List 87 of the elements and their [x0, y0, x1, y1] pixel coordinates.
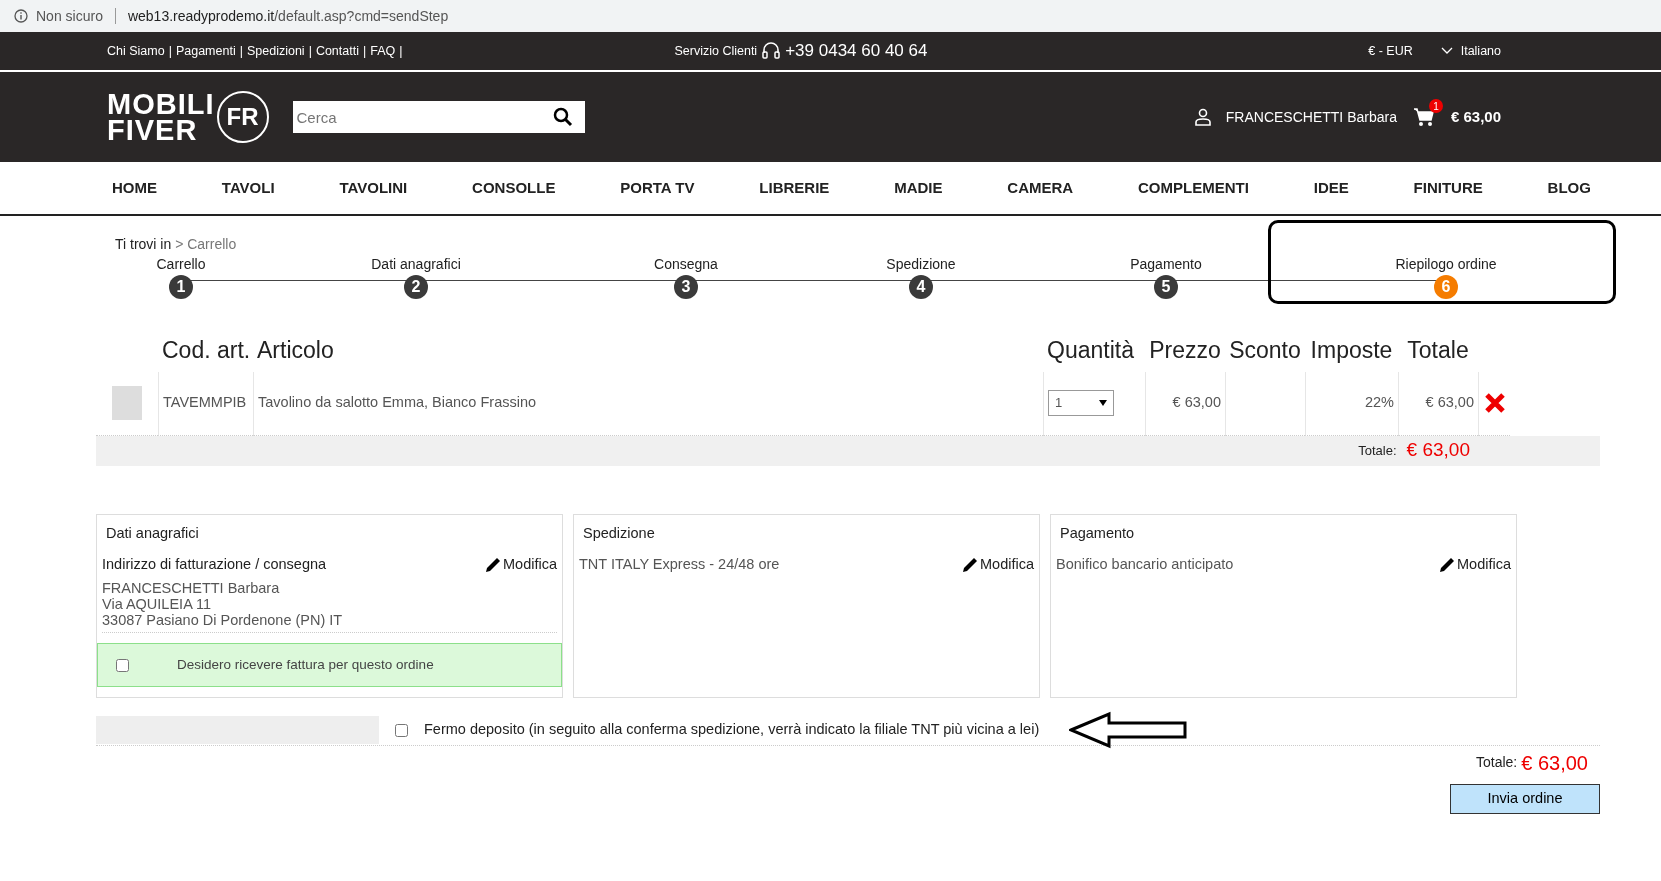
pencil-icon [484, 556, 502, 575]
pencil-icon [1438, 556, 1456, 575]
user-icon [1193, 108, 1212, 126]
table-cell-text: TAVEMMPIB [163, 393, 247, 413]
breadcrumb-text: Ti trovi in > Carrello [115, 236, 237, 252]
column-header: Cod. art. [161, 336, 252, 365]
logo-wordmark[interactable]: MOBILI FIVER [107, 91, 215, 143]
photo-placeholder [112, 386, 142, 420]
panel-title: Pagamento [1060, 523, 1136, 543]
quantity-select[interactable]: 1 [1048, 390, 1114, 416]
panel-title: Spedizione [583, 523, 656, 543]
checkbox-label: Desidero ricevere fattura per questo ordine [177, 655, 434, 674]
checkbox[interactable] [116, 658, 129, 672]
total-label: Totale: [1358, 441, 1397, 460]
logo-mark[interactable]: FR [216, 91, 269, 143]
panel-heading: Bonifico bancario anticipato [1056, 555, 1234, 575]
delete-button[interactable] [1483, 392, 1506, 414]
address-line: 33087 Pasiano Di Pordenone (PN) IT [102, 612, 344, 628]
top-link[interactable]: Pagamenti [175, 41, 236, 61]
column-header: Totale [1406, 336, 1470, 365]
checkbox-label: Fermo deposito (in seguito alla conferma spedizione, verrà indicato la filiale TNT più vicina a lei) [424, 720, 1040, 740]
info-icon [14, 9, 28, 23]
panel-heading: Indirizzo di fatturazione / consegna [102, 555, 327, 575]
nav-link[interactable]: HOME [112, 176, 157, 200]
table-cell-text: € 63,00 [1425, 393, 1474, 413]
headset-icon [761, 41, 782, 61]
search-icon [552, 107, 573, 127]
step-number: 3 [674, 275, 698, 299]
top-link[interactable]: Chi Siamo [107, 41, 165, 61]
chevron-down-icon [1440, 47, 1453, 55]
top-link[interactable]: FAQ [370, 41, 396, 61]
cart-icon [1412, 107, 1435, 127]
checkbox[interactable] [395, 723, 408, 737]
panel-title: Dati anagrafici [106, 523, 200, 543]
edit-button[interactable]: Modifica [1438, 554, 1511, 576]
nav-link[interactable]: FINITURE [1413, 176, 1483, 200]
cart-count-badge: 1 [1428, 99, 1443, 113]
separator: | [362, 42, 367, 60]
total-label: Totale: [1476, 753, 1518, 772]
nav-link[interactable]: TAVOLI [221, 176, 275, 200]
nav-link[interactable]: BLOG [1547, 176, 1591, 200]
column-header: Articolo [256, 336, 335, 365]
nav-link[interactable]: MADIE [894, 176, 943, 200]
pencil-icon [961, 556, 979, 575]
nav-link[interactable]: LIBRERIE [759, 176, 830, 200]
step-number: 5 [1154, 275, 1178, 299]
nav-link[interactable]: PORTA TV [620, 176, 695, 200]
separator: | [239, 42, 243, 60]
service-label: Servizio Clienti [674, 42, 758, 60]
dropdown-arrow-icon [1099, 400, 1107, 406]
edit-button[interactable]: Modifica [961, 554, 1034, 576]
security-label: Non sicuro [36, 6, 103, 26]
column-header: Prezzo [1148, 336, 1222, 365]
total-value: € 63,00 [1406, 438, 1470, 463]
nav-link[interactable]: TAVOLINI [339, 176, 408, 200]
separator: | [168, 42, 172, 60]
top-link[interactable]: Spedizioni [246, 41, 305, 61]
phone-number: +39 0434 60 40 64 [785, 40, 928, 63]
nav-link[interactable]: CONSOLLE [472, 176, 556, 200]
edit-button[interactable]: Modifica [484, 554, 557, 576]
address-line: Via AQUILEIA 11 [102, 596, 213, 612]
column-header: Imposte [1309, 336, 1394, 365]
panel-heading: TNT ITALY Express - 24/48 ore [579, 555, 780, 575]
step-number: 4 [909, 275, 933, 299]
table-cell-text: Tavolino da salotto Emma, Bianco Frassino [258, 393, 537, 413]
separator: | [308, 42, 312, 60]
top-link[interactable]: Contatti [315, 41, 359, 61]
user-account-link[interactable]: FRANCESCHETTI Barbara [1225, 106, 1397, 128]
language-selector[interactable]: Italiano [1440, 41, 1501, 61]
address-bar-url[interactable]: web13.readyprodemo.it/default.asp?cmd=sendStep [127, 5, 449, 27]
column-header: Sconto [1228, 336, 1302, 365]
step-number: 6 [1434, 275, 1458, 299]
close-icon [1483, 392, 1506, 414]
table-cell-text: 22% [1364, 393, 1394, 413]
address-line: FRANCESCHETTI Barbara [102, 580, 281, 596]
nav-link[interactable]: COMPLEMENTI [1138, 176, 1249, 200]
submit-order-button[interactable]: Invia ordine [1450, 783, 1600, 814]
step-number: 2 [404, 275, 428, 299]
column-header: Quantità [1046, 336, 1135, 365]
currency-selector[interactable]: € - EUR [1368, 41, 1413, 61]
step-number: 1 [169, 275, 193, 299]
table-cell-text: € 63,00 [1172, 393, 1221, 413]
nav-link[interactable]: CAMERA [1007, 176, 1074, 200]
total-value: € 63,00 [1521, 750, 1588, 776]
cart-total-link[interactable]: € 63,00 [1450, 105, 1501, 129]
separator: | [399, 42, 403, 60]
nav-link[interactable]: IDEE [1313, 176, 1349, 200]
